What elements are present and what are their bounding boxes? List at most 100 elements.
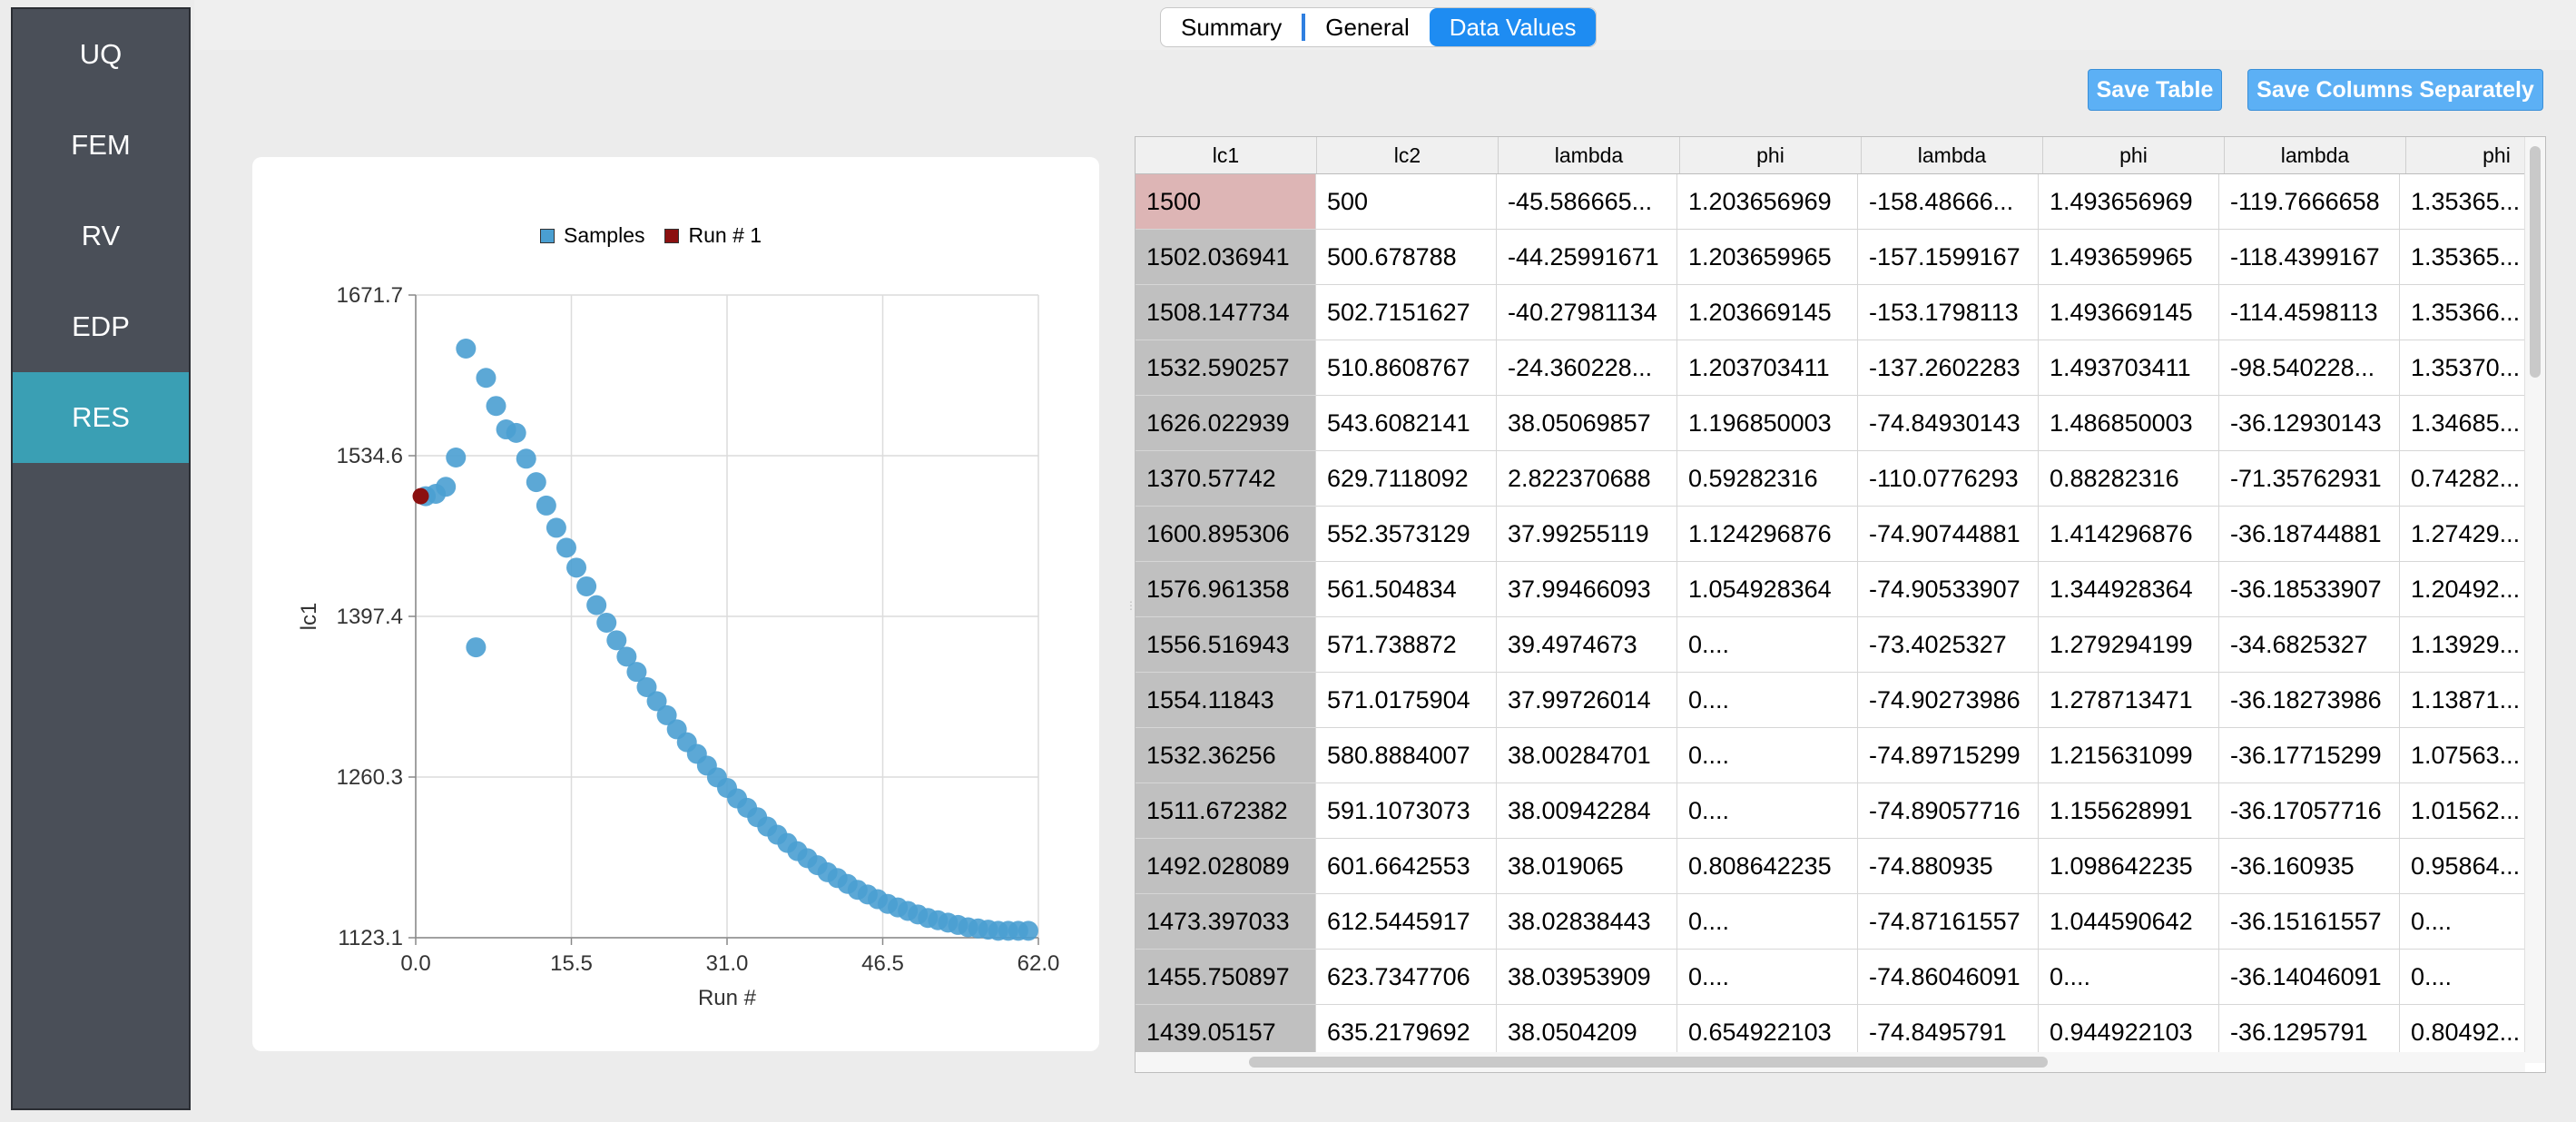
table-cell[interactable]: 623.7347706 xyxy=(1316,950,1497,1004)
sidebar-item-fem[interactable]: FEM xyxy=(13,100,189,191)
table-cell[interactable]: 1556.516943 xyxy=(1136,617,1316,672)
table-cell[interactable]: -36.12930143 xyxy=(2219,396,2400,450)
table-cell[interactable]: 38.05069857 xyxy=(1497,396,1677,450)
table-cell[interactable]: 1.196850003 xyxy=(1677,396,1858,450)
table-cell[interactable]: 0.... xyxy=(1677,894,1858,949)
table-cell[interactable]: 1.493659965 xyxy=(2039,230,2219,284)
table-cell[interactable]: 1.486850003 xyxy=(2039,396,2219,450)
table-cell[interactable]: 38.03953909 xyxy=(1497,950,1677,1004)
sidebar-item-uq[interactable]: UQ xyxy=(13,9,189,100)
table-cell[interactable]: 543.6082141 xyxy=(1316,396,1497,450)
table-cell[interactable]: 38.00942284 xyxy=(1497,783,1677,838)
vertical-scrollbar[interactable] xyxy=(2524,137,2545,1063)
table-cell[interactable]: 1.493703411 xyxy=(2039,340,2219,395)
table-cell[interactable]: 0.944922103 xyxy=(2039,1005,2219,1059)
table-cell[interactable]: 1.215631099 xyxy=(2039,728,2219,782)
table-cell[interactable]: 37.99466093 xyxy=(1497,562,1677,616)
table-row[interactable]: 1370.57742 629.7118092 2.822370688 0.592823… xyxy=(1136,451,2545,507)
table-cell[interactable]: -119.7666658 xyxy=(2219,174,2400,229)
table-cell[interactable]: 1511.672382 xyxy=(1136,783,1316,838)
table-cell[interactable]: 0.808642235 xyxy=(1677,839,1858,893)
table-cell[interactable]: 601.6642553 xyxy=(1316,839,1497,893)
table-cell[interactable]: 0.88282316 xyxy=(2039,451,2219,506)
table-cell[interactable]: 552.3573129 xyxy=(1316,507,1497,561)
table-cell[interactable]: -110.0776293 xyxy=(1858,451,2039,506)
table-row[interactable]: 1532.590257 510.8608767 -24.360228... 1.203… xyxy=(1136,340,2545,396)
table-cell[interactable]: 0.... xyxy=(1677,950,1858,1004)
table-cell[interactable]: 0.... xyxy=(1677,783,1858,838)
table-cell[interactable]: 1554.11843 xyxy=(1136,673,1316,727)
splitter-handle[interactable]: ⋮ xyxy=(1126,599,1136,612)
table-cell[interactable]: 1.155628991 xyxy=(2039,783,2219,838)
table-cell[interactable]: 37.99255119 xyxy=(1497,507,1677,561)
table-cell[interactable]: -74.880935 xyxy=(1858,839,2039,893)
table-cell[interactable]: -74.84930143 xyxy=(1858,396,2039,450)
table-row[interactable]: 1511.672382 591.1073073 38.00942284 0.... -7… xyxy=(1136,783,2545,839)
table-cell[interactable]: -71.35762931 xyxy=(2219,451,2400,506)
table-row[interactable]: 1473.397033 612.5445917 38.02838443 0.... -7… xyxy=(1136,894,2545,950)
table-cell[interactable]: 1370.57742 xyxy=(1136,451,1316,506)
column-header[interactable]: phi xyxy=(1680,137,1862,173)
sidebar-item-rv[interactable]: RV xyxy=(13,191,189,281)
column-header[interactable]: lambda xyxy=(1499,137,1680,173)
table-cell[interactable]: 38.0504209 xyxy=(1497,1005,1677,1059)
table-cell[interactable]: -114.4598113 xyxy=(2219,285,2400,340)
table-cell[interactable]: 500 xyxy=(1316,174,1497,229)
table-cell[interactable]: 1.054928364 xyxy=(1677,562,1858,616)
table-cell[interactable]: -36.160935 xyxy=(2219,839,2400,893)
table-cell[interactable]: 37.99726014 xyxy=(1497,673,1677,727)
table-cell[interactable]: -98.540228... xyxy=(2219,340,2400,395)
horizontal-scroll-thumb[interactable] xyxy=(1249,1057,2048,1068)
table-cell[interactable]: -74.87161557 xyxy=(1858,894,2039,949)
table-cell[interactable]: 510.8608767 xyxy=(1316,340,1497,395)
table-cell[interactable]: 1500 xyxy=(1136,174,1316,229)
table-cell[interactable]: 0.... xyxy=(2039,950,2219,1004)
table-cell[interactable]: 1576.961358 xyxy=(1136,562,1316,616)
table-cell[interactable]: 1.098642235 xyxy=(2039,839,2219,893)
table-cell[interactable]: 38.02838443 xyxy=(1497,894,1677,949)
table-cell[interactable]: -34.6825327 xyxy=(2219,617,2400,672)
table-cell[interactable]: 0.... xyxy=(1677,617,1858,672)
table-row[interactable]: 1576.961358 561.504834 37.99466093 1.054928… xyxy=(1136,562,2545,617)
table-cell[interactable]: 1.203656969 xyxy=(1677,174,1858,229)
table-row[interactable]: 1455.750897 623.7347706 38.03953909 0.... -7… xyxy=(1136,950,2545,1005)
tab-summary[interactable]: Summary xyxy=(1161,8,1302,46)
table-cell[interactable]: 571.738872 xyxy=(1316,617,1497,672)
table-cell[interactable]: -74.86046091 xyxy=(1858,950,2039,1004)
table-cell[interactable]: 1532.36256 xyxy=(1136,728,1316,782)
table-cell[interactable]: 502.7151627 xyxy=(1316,285,1497,340)
table-cell[interactable]: 635.2179692 xyxy=(1316,1005,1497,1059)
table-cell[interactable]: 629.7118092 xyxy=(1316,451,1497,506)
table-cell[interactable]: 1.344928364 xyxy=(2039,562,2219,616)
table-cell[interactable]: -74.90273986 xyxy=(1858,673,2039,727)
table-cell[interactable]: -74.89057716 xyxy=(1858,783,2039,838)
table-row[interactable]: 1556.516943 571.738872 39.4974673 0.... -73.… xyxy=(1136,617,2545,673)
table-cell[interactable]: 1.279294199 xyxy=(2039,617,2219,672)
table-cell[interactable]: -157.1599167 xyxy=(1858,230,2039,284)
table-cell[interactable]: 38.019065 xyxy=(1497,839,1677,893)
table-cell[interactable]: -74.90533907 xyxy=(1858,562,2039,616)
column-header[interactable]: lambda xyxy=(2225,137,2406,173)
table-cell[interactable]: 1.278713471 xyxy=(2039,673,2219,727)
table-cell[interactable]: 1.203669145 xyxy=(1677,285,1858,340)
table-cell[interactable]: -137.2602283 xyxy=(1858,340,2039,395)
table-cell[interactable]: -44.25991671 xyxy=(1497,230,1677,284)
table-cell[interactable]: -36.15161557 xyxy=(2219,894,2400,949)
table-row[interactable]: 1508.147734 502.7151627 -40.27981134 1.2036… xyxy=(1136,285,2545,340)
table-cell[interactable]: -36.18273986 xyxy=(2219,673,2400,727)
table-cell[interactable]: 1600.895306 xyxy=(1136,507,1316,561)
table-cell[interactable]: 591.1073073 xyxy=(1316,783,1497,838)
table-row[interactable]: 1532.36256 580.8884007 38.00284701 0.... -74… xyxy=(1136,728,2545,783)
sidebar-item-edp[interactable]: EDP xyxy=(13,281,189,372)
save-columns-separately-button[interactable]: Save Columns Separately xyxy=(2247,69,2543,111)
table-cell[interactable]: 1532.590257 xyxy=(1136,340,1316,395)
table-cell[interactable]: -36.17715299 xyxy=(2219,728,2400,782)
table-cell[interactable]: 1626.022939 xyxy=(1136,396,1316,450)
tab-data-values[interactable]: Data Values xyxy=(1429,8,1597,46)
table-row[interactable]: 1554.11843 571.0175904 37.99726014 0.... -74… xyxy=(1136,673,2545,728)
table-row[interactable]: 1500 500 -45.586665... 1.203656969 -158.4866… xyxy=(1136,174,2545,230)
table-cell[interactable]: -36.1295791 xyxy=(2219,1005,2400,1059)
table-cell[interactable]: 1473.397033 xyxy=(1136,894,1316,949)
table-cell[interactable]: -74.89715299 xyxy=(1858,728,2039,782)
table-cell[interactable]: -36.14046091 xyxy=(2219,950,2400,1004)
